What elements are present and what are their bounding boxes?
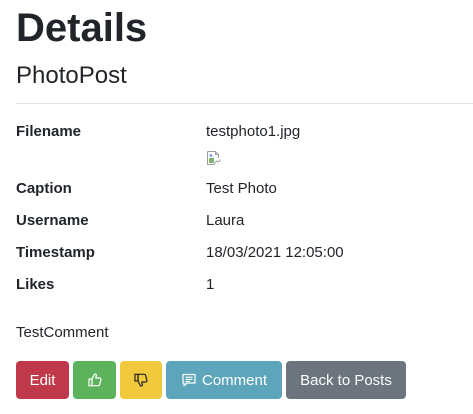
timestamp-value: 18/03/2021 12:05:00	[206, 244, 344, 261]
chat-bubble-icon	[181, 372, 197, 388]
thumbs-up-icon	[87, 372, 103, 388]
page-subtitle: PhotoPost	[16, 62, 127, 89]
username-label: Username	[16, 212, 89, 229]
detail-row-username: Username Laura	[16, 209, 456, 233]
detail-row-likes: Likes 1	[16, 273, 456, 297]
caption-value: Test Photo	[206, 180, 277, 197]
broken-image-icon	[206, 150, 222, 166]
detail-row-filename: Filename testphoto1.jpg	[16, 120, 456, 144]
comment-button-label: Comment	[201, 371, 268, 389]
likes-label: Likes	[16, 276, 55, 293]
thumbs-down-icon	[133, 372, 149, 388]
back-to-posts-label: Back to Posts	[300, 371, 392, 389]
detail-row-timestamp: Timestamp 18/03/2021 12:05:00	[16, 241, 456, 265]
filename-value: testphoto1.jpg	[206, 123, 301, 140]
filename-label: Filename	[16, 123, 82, 140]
edit-button[interactable]: Edit	[16, 361, 69, 399]
comment-text: TestComment	[16, 324, 109, 341]
action-bar: Edit Comment Back to Posts	[16, 361, 406, 399]
likes-value: 1	[206, 276, 215, 293]
page-title: Details	[16, 6, 148, 50]
timestamp-label: Timestamp	[16, 244, 95, 261]
back-to-posts-button[interactable]: Back to Posts	[286, 361, 406, 399]
edit-button-label: Edit	[29, 371, 56, 389]
dislike-button[interactable]	[120, 361, 162, 399]
username-value: Laura	[206, 212, 245, 229]
comment-button[interactable]: Comment	[166, 361, 282, 399]
like-button[interactable]	[73, 361, 116, 399]
divider	[16, 103, 473, 104]
detail-row-caption: Caption Test Photo	[16, 177, 456, 201]
caption-label: Caption	[16, 180, 72, 197]
